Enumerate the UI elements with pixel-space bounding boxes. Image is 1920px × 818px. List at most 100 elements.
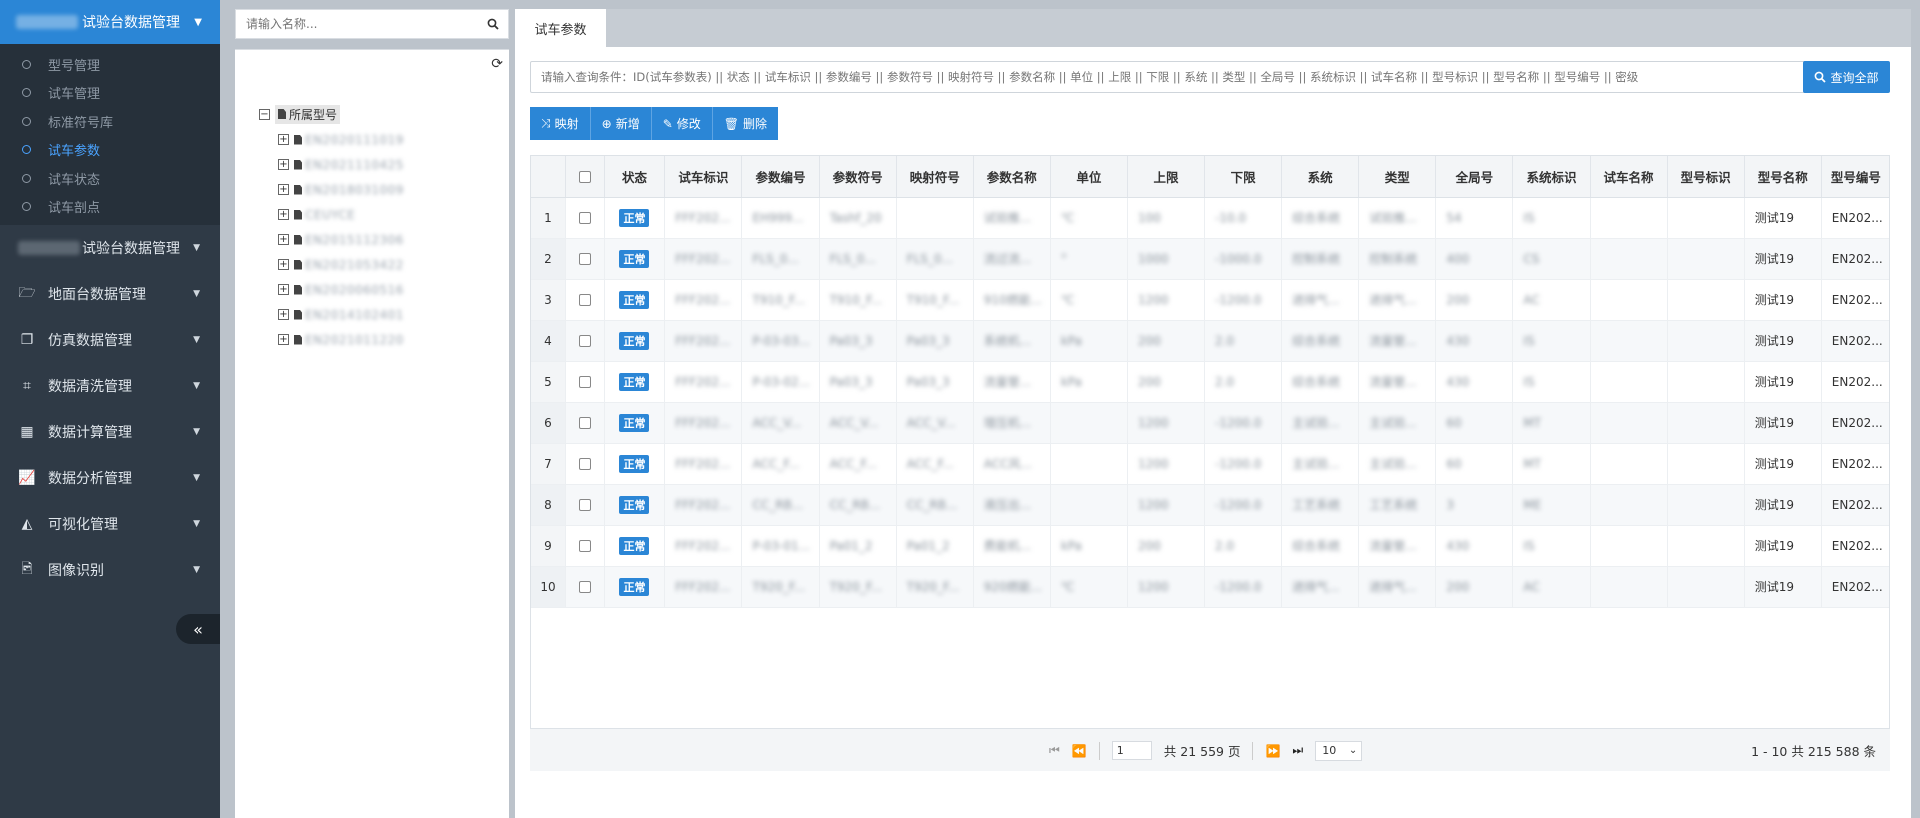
cell-value: ACC_V... <box>906 415 956 430</box>
cell-value: T920_F... <box>906 579 960 594</box>
sidebar-menu-item[interactable]: ❐ 仿真数据管理 ▼ <box>0 317 220 363</box>
edit-button[interactable]: ✎ 修改 <box>651 107 713 140</box>
column-header[interactable]: 系统 <box>1281 156 1360 198</box>
table-cell: T920_F... <box>896 566 974 608</box>
row-checkbox[interactable] <box>578 458 591 470</box>
cell-value: 试验推... <box>1369 211 1417 225</box>
row-checkbox[interactable] <box>578 212 591 224</box>
tree-node[interactable]: + CEUYCE <box>259 202 404 227</box>
table-row[interactable]: 3 正常 FFF202... T910_F... T910_F... T910_F... 9… <box>531 279 1889 321</box>
table-row[interactable]: 2 正常 FFF202... FLS_0... FLS_0... FLS_0... 流过流.… <box>531 238 1889 280</box>
page-number-input[interactable] <box>1111 741 1152 760</box>
sidebar-subitem[interactable]: 试车管理 <box>0 79 220 108</box>
tab-test-params[interactable]: 试车参数 <box>515 9 606 47</box>
sidebar-subitem[interactable]: 试车参数 <box>0 136 220 165</box>
tree-node[interactable]: + EN2015112306 <box>259 227 404 252</box>
column-header[interactable]: 试车标识 <box>664 156 743 198</box>
row-checkbox[interactable] <box>578 253 591 265</box>
tree-node[interactable]: + EN2021110425 <box>259 152 404 177</box>
column-header[interactable]: 型号标识 <box>1667 156 1745 198</box>
page-size-select[interactable]: 10 ⌄ <box>1315 740 1363 761</box>
tree-node[interactable]: + EN2018031009 <box>259 177 404 202</box>
tree-node[interactable]: + EN2014102401 <box>259 302 404 327</box>
column-header[interactable]: 全局号 <box>1435 156 1514 198</box>
next-page-icon[interactable]: ⏩ <box>1265 744 1280 758</box>
row-checkbox[interactable] <box>578 499 591 511</box>
column-header[interactable]: 型号名称 <box>1744 156 1822 198</box>
tree-node[interactable]: + EN2020111019 <box>259 127 404 152</box>
expand-icon[interactable]: + <box>278 184 289 195</box>
row-checkbox[interactable] <box>578 540 591 552</box>
expand-icon[interactable]: + <box>278 134 289 145</box>
row-checkbox[interactable] <box>578 335 591 347</box>
row-checkbox[interactable] <box>578 581 591 593</box>
expand-icon[interactable]: + <box>278 159 289 170</box>
column-header[interactable]: 型号编号 <box>1821 156 1889 198</box>
column-header[interactable]: 类型 <box>1358 156 1437 198</box>
sidebar-menu-item[interactable]: 🖻 图像识别 ▼ <box>0 547 220 593</box>
last-page-icon[interactable]: ⏭ <box>1292 743 1303 758</box>
tree-node[interactable]: + EN2021011220 <box>259 327 404 352</box>
row-checkbox[interactable] <box>578 294 591 306</box>
sidebar-header[interactable]: 试验台数据管理 ▼ <box>0 0 220 44</box>
add-button[interactable]: ⊕ 新增 <box>590 107 652 140</box>
table-cell: 主试验... <box>1281 402 1360 444</box>
column-header[interactable]: 系统标识 <box>1512 156 1591 198</box>
sidebar-menu-item[interactable]: ◭ 可视化管理 ▼ <box>0 501 220 547</box>
expand-icon[interactable]: + <box>278 209 289 220</box>
sidebar-subitem[interactable]: 型号管理 <box>0 50 220 79</box>
expand-icon[interactable]: + <box>278 309 289 320</box>
table-row[interactable]: 5 正常 FFF202... P-03-02... Pa03_3 Pa03_3 流量管...… <box>531 361 1889 403</box>
table-cell: 200 <box>1435 566 1514 608</box>
table-row[interactable]: 6 正常 FFF202... ACC_V... ACC_V... ACC_V... 增压机.… <box>531 402 1889 444</box>
table-row[interactable]: 4 正常 FFF202... P-03-03... Pa03_3 Pa03_3 系统机...… <box>531 320 1889 362</box>
sidebar-subitem[interactable]: 试车状态 <box>0 164 220 193</box>
table-row[interactable]: 7 正常 FFF202... ACC_F... ACC_F... ACC_F... ACC风… <box>531 443 1889 485</box>
table-row[interactable]: 1 正常 FFF202... EH999... Tashf_20 试验推... ℃ 100 -1… <box>531 197 1889 239</box>
column-header[interactable]: 上限 <box>1127 156 1206 198</box>
table-row[interactable]: 9 正常 FFF202... P-03-01... Pa01_2 Pa01_2 费能机...… <box>531 525 1889 567</box>
tree-search-button[interactable] <box>478 9 509 39</box>
sidebar-menu-item[interactable]: 🗁 地面台数据管理 ▼ <box>0 271 220 317</box>
table-row[interactable]: 8 正常 FFF202... CC_RB... CC_RB... CC_RB... 液压出.… <box>531 484 1889 526</box>
table-row[interactable]: 10 正常 FFF202... T920_F... T920_F... T920_F...… <box>531 566 1889 608</box>
expand-icon[interactable]: + <box>278 234 289 245</box>
delete-button[interactable]: 🗑 删除 <box>712 107 779 140</box>
expand-icon[interactable]: + <box>278 334 289 345</box>
column-header[interactable]: 参数名称 <box>973 156 1051 198</box>
column-header[interactable]: 下限 <box>1204 156 1283 198</box>
column-header[interactable]: 单位 <box>1050 156 1128 198</box>
sidebar-subitem[interactable]: 标准符号库 <box>0 107 220 136</box>
query-all-button[interactable]: 查询全部 <box>1803 61 1890 93</box>
select-all-checkbox[interactable] <box>578 171 591 184</box>
first-page-icon[interactable]: ⏮ <box>1049 743 1060 758</box>
row-checkbox[interactable] <box>578 376 591 388</box>
expand-icon[interactable]: + <box>278 284 289 295</box>
table-cell: 流量管... <box>973 361 1051 403</box>
map-button[interactable]: ⤨ 映射 <box>530 107 591 140</box>
tree-root[interactable]: − 所属型号 <box>259 102 404 127</box>
collapse-icon[interactable]: − <box>259 109 270 120</box>
sidebar-menu-item[interactable]: 📈 数据分析管理 ▼ <box>0 455 220 501</box>
query-input[interactable] <box>531 62 1814 92</box>
tree-search-input[interactable] <box>236 10 478 38</box>
tree-node[interactable]: + EN2020060516 <box>259 277 404 302</box>
table-cell: 测试19 <box>1744 402 1822 444</box>
column-header[interactable]: 试车名称 <box>1590 156 1668 198</box>
table-cell: 200 <box>1127 361 1206 403</box>
sidebar-menu-item[interactable]: ⌗ 数据清洗管理 ▼ <box>0 363 220 409</box>
column-header[interactable]: 参数编号 <box>741 156 820 198</box>
sidebar-menu-item[interactable]: 试验台数据管理 ▼ <box>0 225 220 271</box>
refresh-icon[interactable]: ⟳ <box>491 56 503 72</box>
sidebar-menu-item[interactable]: ▦ 数据计算管理 ▼ <box>0 409 220 455</box>
sidebar-collapse-button[interactable]: « <box>176 614 220 644</box>
column-header[interactable]: 参数符号 <box>819 156 897 198</box>
sidebar-subitem[interactable]: 试车剖点 <box>0 193 220 222</box>
tree-node[interactable]: + EN2021053422 <box>259 252 404 277</box>
column-header[interactable]: 状态 <box>604 156 666 198</box>
edit-icon: ✎ <box>662 116 673 131</box>
row-checkbox[interactable] <box>578 417 591 429</box>
expand-icon[interactable]: + <box>278 259 289 270</box>
prev-page-icon[interactable]: ⏪ <box>1072 744 1087 758</box>
column-header[interactable]: 映射符号 <box>896 156 974 198</box>
